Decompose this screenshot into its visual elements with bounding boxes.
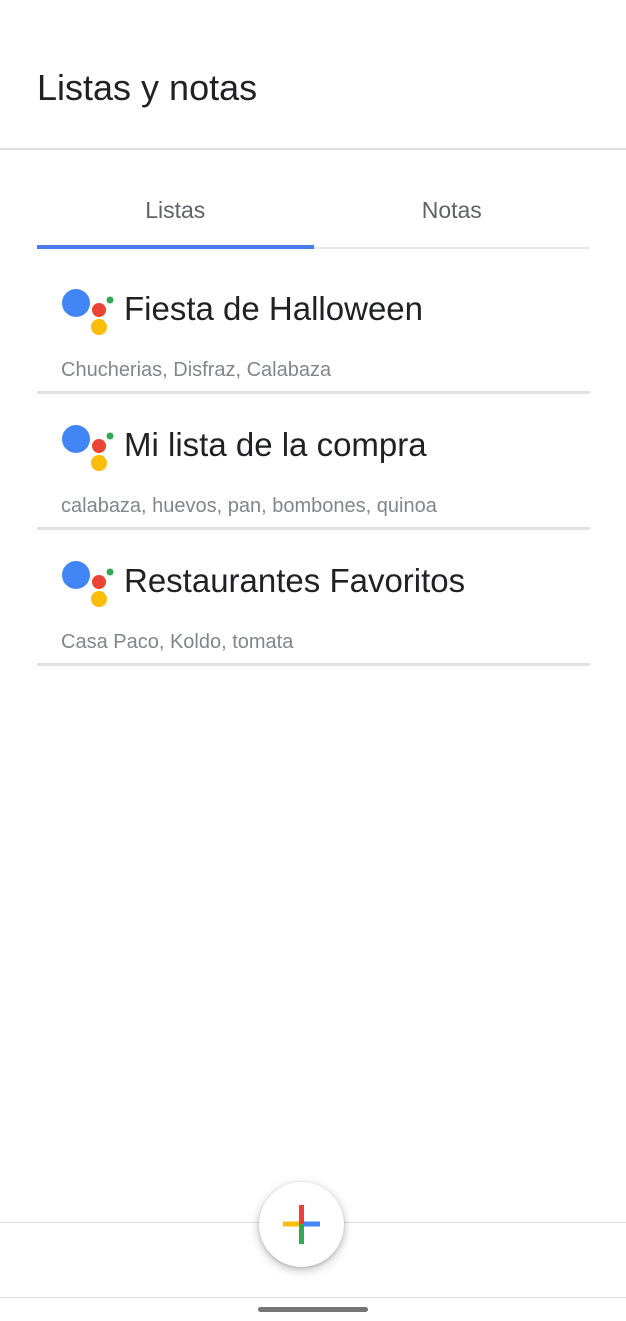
list-item[interactable]: Fiesta de Halloween Chucherias, Disfraz,… [37,258,590,394]
list-items-preview: Chucherias, Disfraz, Calabaza [61,359,332,381]
page-title: Listas y notas [37,67,258,108]
tab-notas[interactable]: Notas [314,180,591,247]
lists-container: Fiesta de Halloween Chucherias, Disfraz,… [37,258,590,666]
list-title: Fiesta de Halloween [124,290,423,327]
tab-bar: Listas Notas [37,180,590,249]
google-assistant-icon [62,561,114,607]
list-item[interactable]: Mi lista de la compra calabaza, huevos, … [37,394,590,530]
list-items-preview: calabaza, huevos, pan, bombones, quinoa [61,495,437,517]
tab-listas[interactable]: Listas [37,180,314,249]
list-title: Mi lista de la compra [124,426,427,463]
add-icon [283,1205,320,1244]
google-assistant-icon [62,425,114,471]
list-items-preview: Casa Paco, Koldo, tomata [61,631,294,653]
app-header: Listas y notas [0,0,626,150]
list-title: Restaurantes Favoritos [124,562,466,599]
list-item[interactable]: Restaurantes Favoritos Casa Paco, Koldo,… [37,530,590,666]
google-assistant-icon [62,289,114,335]
home-indicator[interactable] [258,1307,368,1312]
add-list-button[interactable] [259,1182,344,1267]
